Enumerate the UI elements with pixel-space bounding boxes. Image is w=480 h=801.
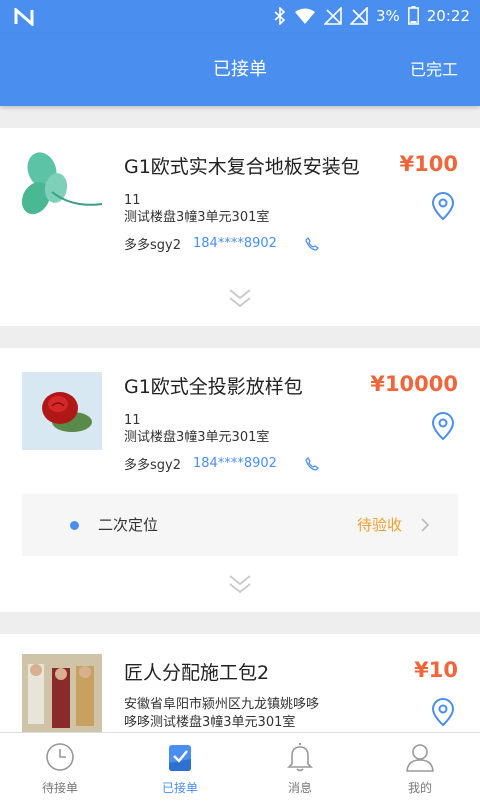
order-card[interactable]: G1欧式全投影放样包 ¥10000 11 测试楼盘3幢3单元301室 多多sgy… [0,348,480,612]
order-address: 安徽省阜阳市颍州区九龙镇姚哆哆 哆哆测试楼盘3幢3单元301室 [124,696,319,732]
bell-icon [287,743,313,772]
tab-label: 消息 [287,781,312,795]
clipboard-check-icon [169,745,191,771]
tab-label: 已接单 [161,781,198,795]
order-line-2: 哆哆测试楼盘3幢3单元301室 [124,715,296,730]
tab-accepted-orders[interactable]: 已接单 [120,733,240,801]
order-line-2: 测试楼盘3幢3单元301室 [124,430,270,445]
order-line-2: 测试楼盘3幢3单元301室 [124,210,270,225]
bluetooth-icon [274,6,286,25]
expand-chevron-icon[interactable] [228,288,252,308]
location-pin-icon[interactable] [432,192,454,220]
app-header: 已接单 已完工 [0,34,480,106]
clock-icon [46,743,74,771]
wifi-icon [294,8,315,24]
clover-leaf-image [22,148,102,226]
battery-icon [407,6,419,25]
status-bar: 3% 20:22 [0,0,480,34]
price: ¥10 [414,658,458,682]
location-pin-icon[interactable] [432,698,454,726]
tab-messages[interactable]: 消息 [240,733,360,801]
page-title: 已接单 [213,59,267,80]
contact-name: 多多sgy2 [124,238,181,253]
expand-chevron-icon[interactable] [228,574,252,594]
order-card[interactable]: 匠人分配施工包2 ¥10 安徽省阜阳市颍州区九龙镇姚哆哆 哆哆测试楼盘3幢3单元… [0,634,480,732]
package-title: G1欧式全投影放样包 [124,376,303,398]
order-card[interactable]: G1欧式实木复合地板安装包 ¥100 11 测试楼盘3幢3单元301室 多多sg… [0,128,480,326]
photo-image [22,654,102,732]
phone-icon[interactable] [305,236,319,251]
contact-phone[interactable]: 184****8902 [193,236,277,251]
package-title: G1欧式实木复合地板安装包 [124,156,360,178]
location-pin-icon[interactable] [432,412,454,440]
bottom-tab-bar: 待接单 已接单 消息 我的 [0,732,480,801]
tab-label: 待接单 [41,781,78,795]
clock-time: 20:22 [426,6,470,25]
order-address: 11 测试楼盘3幢3单元301室 [124,412,269,446]
package-title: 匠人分配施工包2 [124,662,270,684]
contact-name: 多多sgy2 [124,458,181,473]
completed-button[interactable]: 已完工 [410,34,458,106]
order-line-1: 11 [124,193,141,208]
tab-label: 我的 [407,781,432,795]
order-address: 11 测试楼盘3幢3单元301室 [124,192,269,226]
sub-status-label: 二次定位 [98,516,159,534]
contact-row: 多多sgy2 184****8902 [124,234,319,253]
price: ¥100 [399,152,458,176]
sub-status-row[interactable]: 二次定位 待验收 [22,494,458,556]
sub-status-state: 待验收 [356,516,402,534]
rose-image [22,372,102,450]
battery-percent: 3% [375,6,400,25]
order-line-1: 安徽省阜阳市颍州区九龙镇姚哆哆 [124,697,320,712]
order-line-1: 11 [124,413,141,428]
price: ¥10000 [370,372,458,396]
status-dot [70,521,79,530]
user-icon [406,744,434,772]
no-signal-icon [323,6,342,25]
notification-n-icon [14,8,34,26]
no-signal-icon [349,6,368,25]
contact-phone[interactable]: 184****8902 [193,456,277,471]
tab-profile[interactable]: 我的 [360,733,480,801]
phone-icon[interactable] [305,456,319,471]
contact-row: 多多sgy2 184****8902 [124,454,319,473]
tab-pending-orders[interactable]: 待接单 [0,733,120,801]
chevron-right-icon [421,518,430,532]
